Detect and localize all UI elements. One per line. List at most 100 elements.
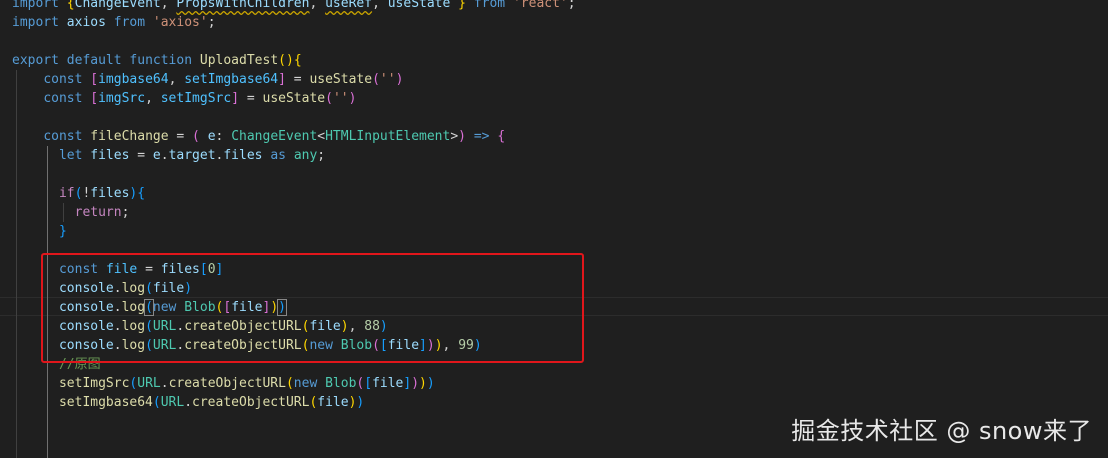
code-token: = — [129, 148, 153, 163]
code-token: 'axios' — [152, 15, 208, 30]
code-token: imgbase64 — [98, 72, 169, 87]
code-token: function — [129, 53, 193, 68]
code-token: [ — [90, 91, 99, 106]
code-token: fileChange — [90, 129, 169, 144]
code-line[interactable]: import {ChangeEvent, PropsWithChildren, … — [12, 0, 576, 13]
code-token: file — [317, 395, 349, 410]
code-token: from — [113, 15, 146, 30]
code-token: ) — [348, 91, 357, 106]
code-token: . — [160, 376, 169, 391]
code-line[interactable]: const fileChange = ( e: ChangeEvent<HTML… — [12, 127, 505, 146]
code-token: () — [278, 53, 294, 68]
code-token: , — [168, 72, 185, 87]
code-token: ; — [317, 148, 326, 163]
code-editor[interactable]: import {ChangeEvent, PropsWithChildren, … — [0, 0, 1108, 458]
code-token: ChangeEvent — [74, 0, 161, 11]
code-token: ( — [152, 395, 161, 410]
code-token: useState — [262, 91, 326, 106]
code-token: files — [90, 186, 130, 201]
code-token: file — [372, 376, 404, 391]
watermark-text: 掘金技术社区 @ snow来了 — [791, 417, 1092, 445]
code-token: ; — [567, 0, 576, 11]
code-token: [ — [90, 72, 99, 87]
code-token: import — [12, 15, 59, 30]
code-token: setImgSrc — [160, 91, 232, 106]
code-token: from — [473, 0, 506, 11]
code-token: files — [223, 148, 263, 163]
code-token: ) — [426, 376, 435, 391]
code-line[interactable]: setImgSrc(URL.createObjectURL(new Blob([… — [12, 374, 435, 393]
code-token: ] — [278, 72, 286, 87]
code-token: ( — [285, 376, 294, 391]
code-line[interactable]: if(!files){ — [12, 184, 145, 203]
code-token: [ — [364, 376, 373, 391]
code-token: , — [372, 0, 388, 11]
code-token: e — [152, 148, 161, 163]
code-token: ) — [395, 72, 404, 87]
code-token: , — [145, 91, 161, 106]
code-token: import — [12, 0, 59, 11]
code-token: files — [90, 148, 130, 163]
code-line[interactable]: export default function UploadTest(){ — [12, 51, 302, 70]
code-token: HTMLInputElement — [325, 129, 451, 144]
code-token: '' — [332, 91, 349, 106]
code-token: axios — [66, 15, 106, 30]
code-token: imgSrc — [98, 91, 146, 106]
code-token: { — [293, 53, 302, 68]
code-token: ) — [458, 129, 466, 144]
code-token: = — [168, 129, 193, 144]
code-token: , — [160, 0, 177, 11]
code-token: createObjectURL — [168, 376, 286, 391]
code-token: ) — [356, 395, 365, 410]
code-token: any — [293, 148, 318, 163]
code-token: } — [458, 0, 466, 11]
code-token: ; — [121, 205, 130, 220]
code-token: UploadTest — [199, 53, 279, 68]
code-token: useRef — [325, 0, 373, 11]
code-line[interactable]: const [imgSrc, setImgSrc] = useState('') — [12, 89, 356, 108]
code-line[interactable]: import axios from 'axios'; — [12, 13, 216, 32]
code-token: , — [309, 0, 326, 11]
code-line[interactable]: return; — [12, 203, 130, 222]
code-token: '' — [379, 72, 396, 87]
code-line[interactable]: const [imgbase64, setImgbase64] = useSta… — [12, 70, 403, 89]
code-token: = — [239, 91, 263, 106]
code-token: ] — [231, 91, 240, 106]
code-token: target — [168, 148, 216, 163]
red-annotation-box — [41, 253, 584, 363]
code-line[interactable]: let files = e.target.files as any; — [12, 146, 325, 165]
code-token: { — [137, 186, 146, 201]
code-token: ) — [411, 376, 420, 391]
code-token: { — [66, 0, 75, 11]
code-line[interactable]: setImgbase64(URL.createObjectURL(file)) — [12, 393, 364, 412]
code-token: < — [317, 129, 326, 144]
code-token: : — [215, 129, 232, 144]
code-token: let — [58, 148, 83, 163]
code-token: const — [43, 129, 83, 144]
code-token: ( — [372, 72, 380, 87]
code-line[interactable]: } — [12, 222, 67, 241]
code-token: return — [74, 205, 122, 220]
code-token: const — [43, 72, 83, 87]
code-token: ; — [207, 15, 216, 30]
code-token: as — [270, 148, 286, 163]
